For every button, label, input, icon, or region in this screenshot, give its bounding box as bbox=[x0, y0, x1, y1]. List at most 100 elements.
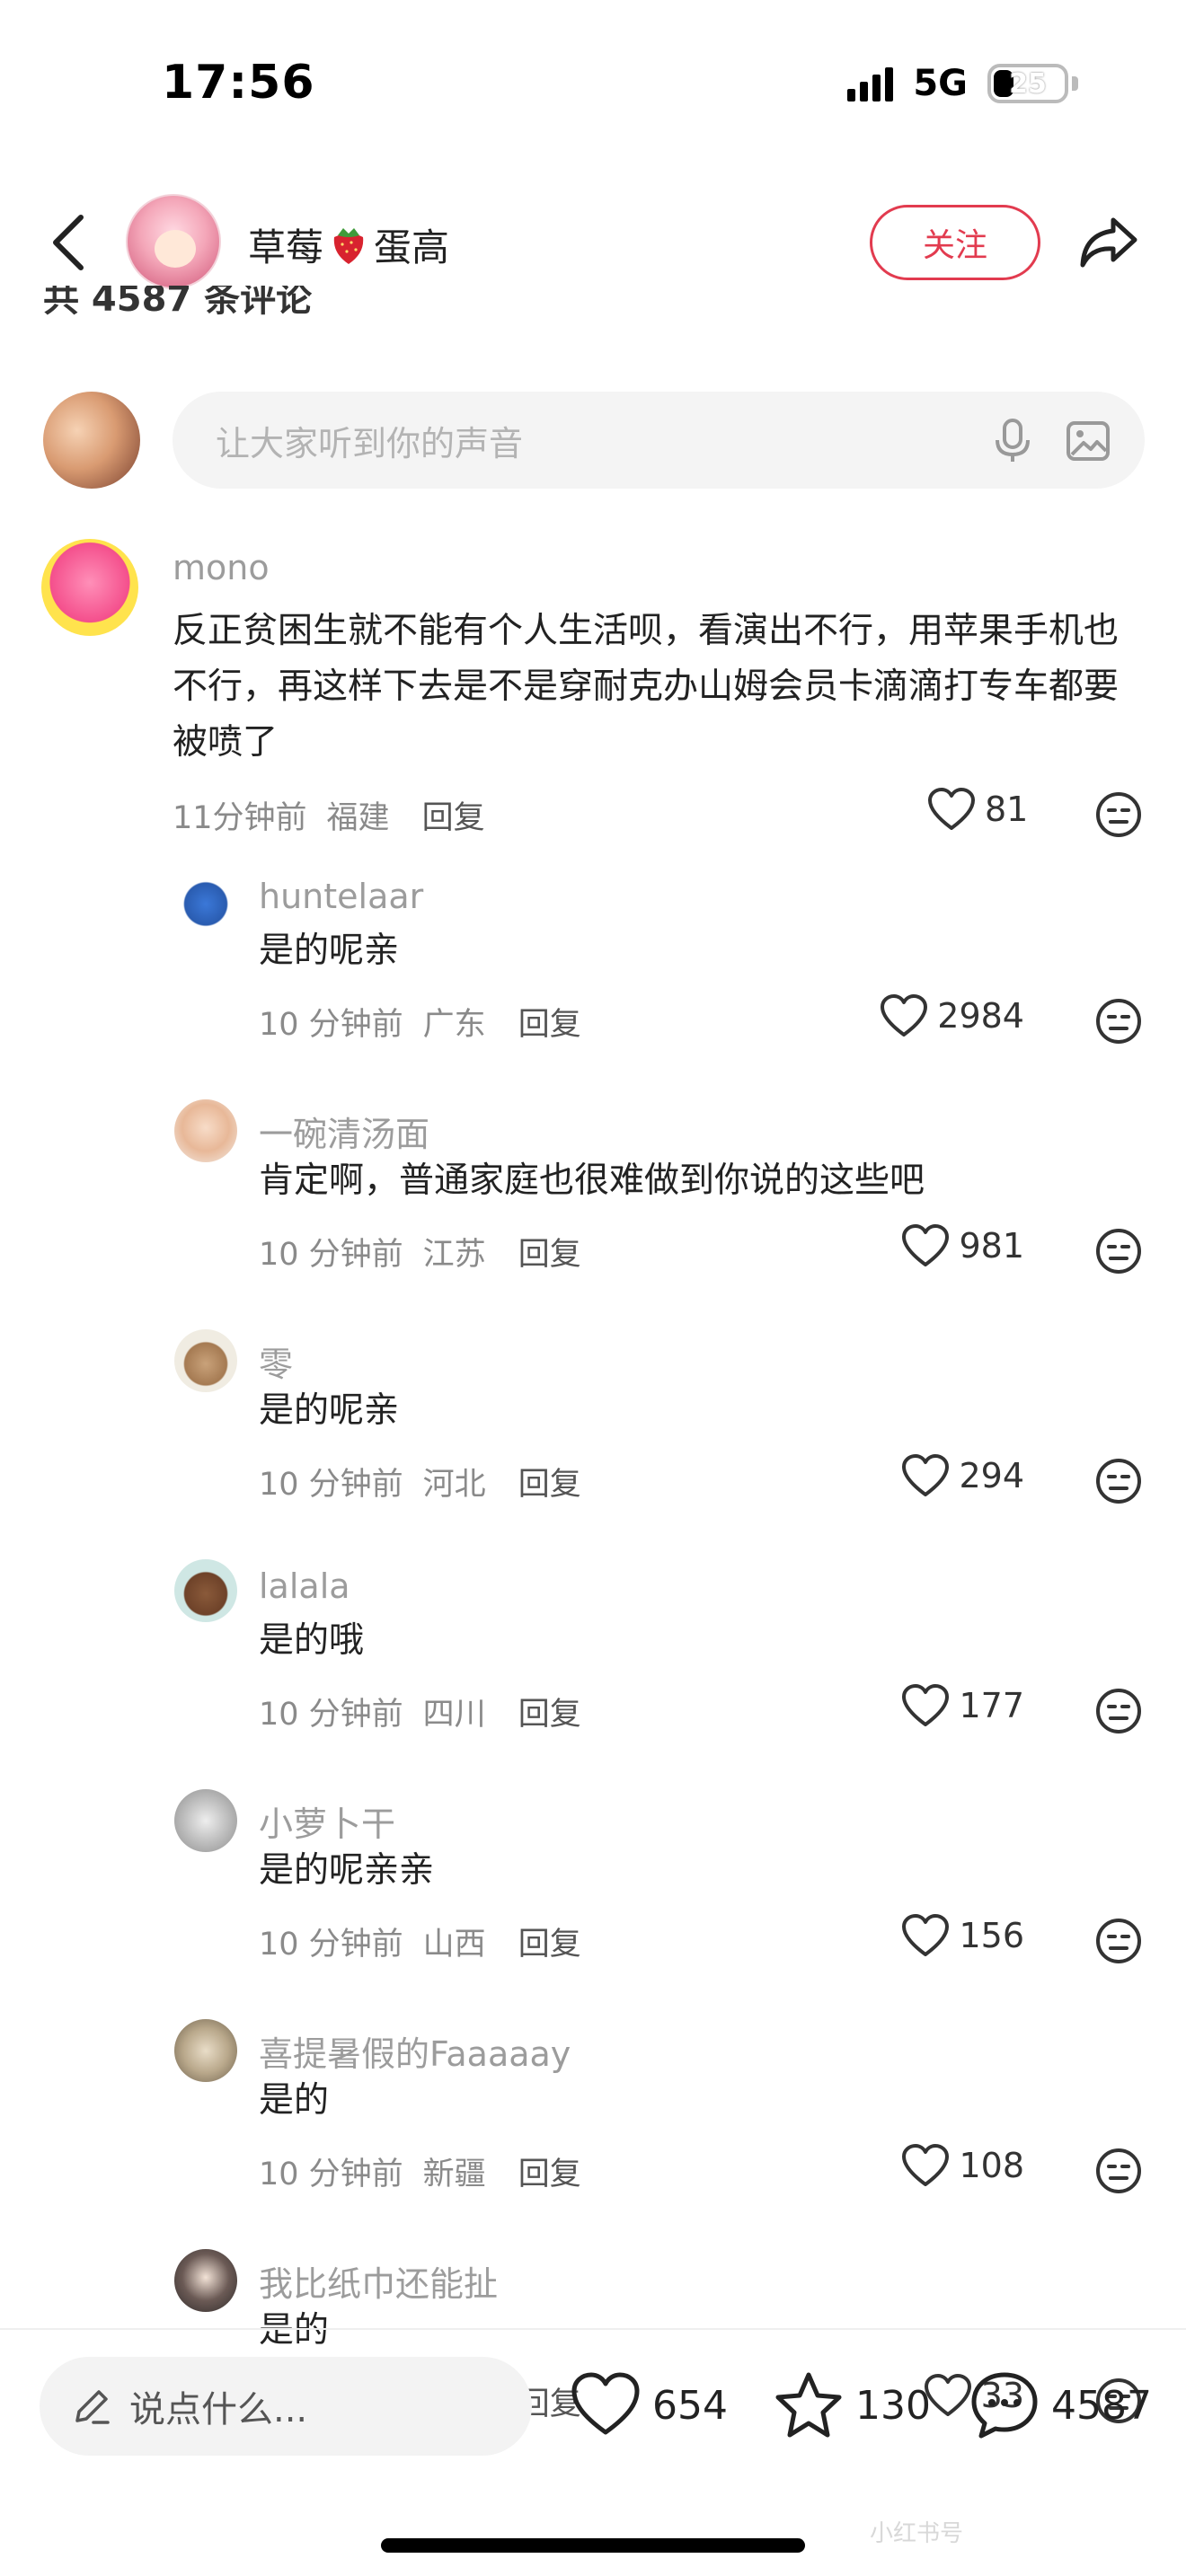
back-icon bbox=[53, 215, 84, 270]
heart-icon bbox=[571, 2372, 640, 2435]
replier-name[interactable]: 喜提暑假的Faaaaay bbox=[259, 2026, 571, 2076]
replier-avatar[interactable] bbox=[174, 1559, 237, 1622]
reply-time: 10 分钟前 bbox=[259, 1467, 403, 1503]
note-like-button[interactable]: 654 bbox=[570, 2369, 728, 2441]
replier-name[interactable]: 零 bbox=[259, 1337, 293, 1386]
comment-time: 11分钟前 bbox=[173, 800, 307, 836]
status-bar: 17:56 5G 25 bbox=[0, 0, 1186, 171]
bottom-input-placeholder: 说点什么... bbox=[129, 2389, 308, 2430]
author-name[interactable]: 草莓 蛋高 bbox=[248, 217, 449, 272]
follow-button[interactable]: 关注 bbox=[870, 205, 1040, 280]
share-icon bbox=[1080, 217, 1137, 268]
like-button[interactable]: 981 bbox=[901, 1223, 1024, 1268]
reply-button[interactable]: 回复 bbox=[518, 1459, 581, 1504]
status-time: 17:56 bbox=[162, 56, 315, 110]
like-button[interactable]: 108 bbox=[901, 2143, 1024, 2188]
comment-meta: 11分钟前 福建 回复 bbox=[173, 792, 485, 838]
like-button[interactable]: 177 bbox=[901, 1683, 1024, 1728]
reply-button[interactable]: 回复 bbox=[518, 1919, 581, 1964]
bottom-divider bbox=[0, 2328, 1186, 2330]
like-count: 981 bbox=[959, 1226, 1024, 1266]
replier-name[interactable]: 我比纸巾还能扯 bbox=[259, 2256, 498, 2306]
heart-icon bbox=[902, 2144, 950, 2186]
bottom-comment-input[interactable]: 说点什么... bbox=[40, 2357, 532, 2456]
reaction-face-icon[interactable] bbox=[1094, 790, 1143, 839]
replier-avatar[interactable] bbox=[174, 1329, 237, 1392]
comment-input-placeholder: 让大家听到你的声音 bbox=[216, 423, 524, 463]
favorite-button[interactable]: 130 bbox=[773, 2369, 931, 2441]
replier-avatar[interactable] bbox=[174, 2019, 237, 2082]
like-count: 108 bbox=[959, 2146, 1024, 2185]
reaction-face-icon[interactable] bbox=[1094, 1687, 1143, 1735]
like-count: 2984 bbox=[937, 996, 1024, 1036]
heart-icon bbox=[902, 1454, 950, 1496]
reply-meta: 10 分钟前 江苏 回复 bbox=[259, 1229, 581, 1275]
reply-button[interactable]: 回复 bbox=[518, 1229, 581, 1275]
comment-text: 反正贫困生就不能有个人生活呗，看演出不行，用苹果手机也不行，再这样下去是不是穿耐… bbox=[173, 611, 1120, 763]
reply-button[interactable]: 回复 bbox=[422, 792, 485, 838]
reply-text: 是的 bbox=[259, 2310, 330, 2351]
reply-location: 江苏 bbox=[422, 1237, 486, 1273]
reply-button[interactable]: 回复 bbox=[518, 2148, 581, 2194]
reply-button[interactable]: 回复 bbox=[518, 999, 581, 1045]
reply-location: 新疆 bbox=[422, 2157, 486, 2192]
image-icon[interactable] bbox=[1066, 419, 1111, 463]
replier-name[interactable]: huntelaar bbox=[259, 877, 423, 916]
comments-button[interactable]: 4587 bbox=[969, 2369, 1152, 2441]
share-button[interactable] bbox=[1071, 208, 1146, 277]
note-like-count: 654 bbox=[652, 2382, 728, 2429]
reply-text: 是的呢亲 bbox=[259, 1390, 400, 1431]
reply-text: 是的呢亲 bbox=[259, 931, 400, 971]
reply-meta: 10 分钟前 山西 回复 bbox=[259, 1919, 581, 1964]
replier-avatar[interactable] bbox=[174, 2249, 237, 2312]
strawberry-icon bbox=[333, 227, 364, 264]
author-avatar[interactable] bbox=[126, 194, 221, 289]
watermark: 小红书号 bbox=[870, 2520, 964, 2547]
reaction-face-icon[interactable] bbox=[1094, 2147, 1143, 2195]
star-icon bbox=[775, 2372, 842, 2438]
reply-time: 10 分钟前 bbox=[259, 1697, 403, 1733]
reaction-face-icon[interactable] bbox=[1094, 1917, 1143, 1965]
reaction-face-icon[interactable] bbox=[1094, 997, 1143, 1045]
like-count: 177 bbox=[959, 1686, 1024, 1725]
commenter-name[interactable]: mono bbox=[173, 548, 270, 587]
heart-icon bbox=[902, 1684, 950, 1726]
comment-count: 共 4587 条评论 bbox=[43, 286, 313, 320]
comment-input[interactable]: 让大家听到你的声音 bbox=[173, 392, 1145, 489]
current-user-avatar bbox=[43, 392, 140, 489]
comment-location: 福建 bbox=[326, 800, 390, 836]
like-button[interactable]: 294 bbox=[901, 1453, 1024, 1498]
replier-name[interactable]: 一碗清汤面 bbox=[259, 1107, 429, 1156]
reply-button[interactable]: 回复 bbox=[518, 1689, 581, 1734]
heart-icon bbox=[902, 1914, 950, 1956]
commenter-avatar[interactable] bbox=[41, 539, 138, 636]
signal-icon bbox=[847, 66, 894, 101]
like-count: 81 bbox=[985, 790, 1029, 829]
back-button[interactable] bbox=[40, 208, 97, 277]
reply-location: 河北 bbox=[422, 1467, 486, 1503]
replier-name[interactable]: 小萝卜干 bbox=[259, 1796, 395, 1846]
mic-icon[interactable] bbox=[992, 419, 1033, 463]
reply-time: 10 分钟前 bbox=[259, 2157, 403, 2192]
like-button[interactable]: 81 bbox=[927, 787, 1028, 832]
home-indicator[interactable] bbox=[381, 2538, 805, 2553]
reply-text: 是的呢亲亲 bbox=[259, 1850, 435, 1891]
replier-name[interactable]: lalala bbox=[259, 1566, 350, 1606]
like-button[interactable]: 156 bbox=[901, 1913, 1024, 1958]
battery-level: 25 bbox=[1009, 67, 1047, 100]
reply-text: 是的 bbox=[259, 2080, 330, 2121]
comment-bubble-icon bbox=[971, 2372, 1038, 2439]
like-button[interactable]: 2984 bbox=[880, 993, 1024, 1038]
like-count: 294 bbox=[959, 1456, 1024, 1495]
reply-text: 肯定啊，普通家庭也很难做到你说的这些吧 bbox=[259, 1160, 925, 1201]
replier-avatar[interactable] bbox=[174, 869, 237, 932]
heart-icon bbox=[928, 788, 975, 830]
reply-meta: 10 分钟前 广东 回复 bbox=[259, 999, 581, 1045]
reaction-face-icon[interactable] bbox=[1094, 1227, 1143, 1275]
replier-avatar[interactable] bbox=[174, 1789, 237, 1852]
replier-avatar[interactable] bbox=[174, 1099, 237, 1162]
reaction-face-icon[interactable] bbox=[1094, 1457, 1143, 1505]
battery-icon: 25 bbox=[987, 64, 1068, 103]
reply-time: 10 分钟前 bbox=[259, 1927, 403, 1963]
status-indicators: 5G 25 bbox=[847, 63, 1078, 104]
